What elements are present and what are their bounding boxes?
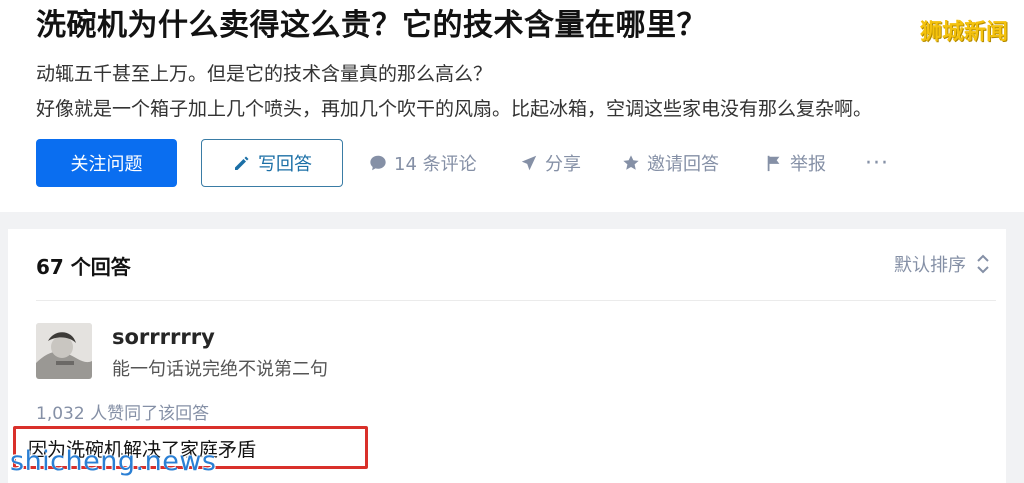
invite-answer-button[interactable]: 邀请回答 xyxy=(622,139,719,187)
write-answer-button[interactable]: 写回答 xyxy=(201,139,343,187)
question-description-line-1: 动辄五千甚至上万。但是它的技术含量真的那么高么？ xyxy=(36,63,493,85)
comments-label: 14 条评论 xyxy=(394,154,477,175)
answers-card: 67 个回答 默认排序 sorrrrrry 能一句话说完绝不说第二句 1,032… xyxy=(8,229,1006,483)
flag-icon xyxy=(767,155,780,172)
write-answer-label: 写回答 xyxy=(258,154,312,175)
paper-plane-icon xyxy=(521,155,537,171)
question-card: 洗碗机为什么卖得这么贵？它的技术含量在哪里？ 狮城新闻 动辄五千甚至上万。但是它… xyxy=(0,0,1024,212)
follow-question-button[interactable]: 关注问题 xyxy=(36,139,177,187)
pencil-icon xyxy=(235,156,249,170)
question-title: 洗碗机为什么卖得这么贵？它的技术含量在哪里？ xyxy=(36,8,707,43)
avatar-image xyxy=(36,323,92,379)
divider xyxy=(36,300,996,301)
sort-label: 默认排序 xyxy=(894,255,966,276)
comments-button[interactable]: 14 条评论 xyxy=(369,139,477,187)
author-name[interactable]: sorrrrrry xyxy=(112,325,215,349)
avatar[interactable] xyxy=(36,323,92,379)
watermark-bottom: shicheng.news xyxy=(10,446,217,477)
more-dots-icon[interactable]: ··· xyxy=(865,139,889,187)
share-button[interactable]: 分享 xyxy=(520,139,581,187)
author-bio: 能一句话说完绝不说第二句 xyxy=(112,359,328,380)
star-icon xyxy=(623,155,639,170)
comment-bubble-icon xyxy=(370,155,386,171)
question-actions: 关注问题 写回答 14 条评论 分享 邀请回答 举报 ··· xyxy=(36,139,1016,189)
invite-label: 邀请回答 xyxy=(647,154,719,175)
share-label: 分享 xyxy=(545,154,581,175)
up-down-chevron-icon xyxy=(977,254,989,274)
watermark-top: 狮城新闻 xyxy=(919,20,1008,45)
report-button[interactable]: 举报 xyxy=(765,139,826,187)
report-label: 举报 xyxy=(790,154,826,175)
answers-count: 67 个回答 xyxy=(36,255,131,279)
vote-count-text: 1,032 人赞同了该回答 xyxy=(36,404,210,424)
sort-dropdown[interactable]: 默认排序 xyxy=(894,251,990,277)
question-description-line-2: 好像就是一个箱子加上几个喷头，再加几个吹干的风扇。比起冰箱，空调这些家电没有那么… xyxy=(36,98,873,120)
